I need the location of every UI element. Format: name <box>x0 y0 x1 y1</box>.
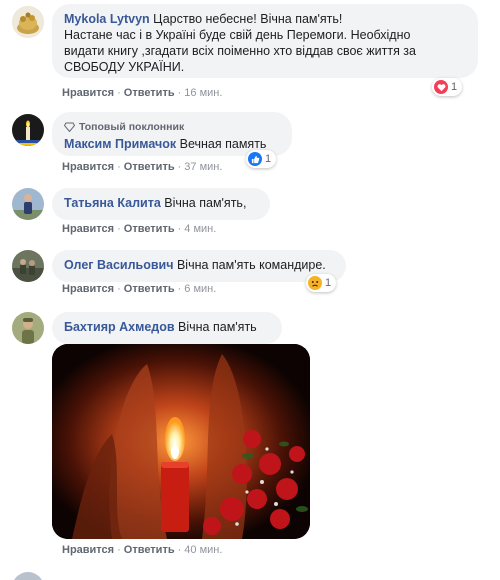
separator: · <box>117 87 121 99</box>
timestamp[interactable]: 37 мин. <box>184 161 222 173</box>
comment-author[interactable]: Максим Примачок <box>64 137 176 151</box>
comment-bubble: Олег Васильович Вічна пам'ять командире. <box>52 250 346 282</box>
separator: · <box>177 161 182 173</box>
comment-mykola-lytvyn: Mykola Lytvyn Царство небесне! Вічна пам… <box>12 4 500 104</box>
sad-face-icon <box>308 276 322 290</box>
avatar[interactable] <box>12 188 44 220</box>
comment-text: Вічна пам'ять, <box>164 196 247 210</box>
comment-tatyana-kalita: Татьяна Калита Вічна пам'ять, Нравится · О… <box>12 186 500 240</box>
separator: · <box>177 87 182 99</box>
reply-link[interactable]: Ответить <box>124 223 175 235</box>
reaction-count: 1 <box>451 81 458 93</box>
separator: · <box>177 283 182 295</box>
comment-actions: Нравится · Ответить · 6 мин. <box>62 283 216 295</box>
timestamp[interactable]: 4 мин. <box>184 223 216 235</box>
thumbs-up-icon <box>248 152 262 166</box>
timestamp[interactable]: 6 мин. <box>184 283 216 295</box>
reaction-summary[interactable]: 1 <box>432 78 463 96</box>
comment-text: Царство небесне! Вічна пам'ять! <box>153 12 343 26</box>
diamond-icon <box>64 122 75 132</box>
separator: · <box>117 161 121 173</box>
reaction-count: 1 <box>325 277 332 289</box>
comment-author[interactable]: Mykola Lytvyn <box>64 12 150 26</box>
comment-text-line: СВОБОДУ УКРАЇНИ. <box>64 60 185 74</box>
comment-actions: Нравится · Ответить · 16 мин. <box>62 87 222 99</box>
separator: · <box>117 283 121 295</box>
comment-text: Вічна пам'ять командире. <box>176 258 326 272</box>
comment-bubble: Татьяна Калита Вічна пам'ять, <box>52 188 270 220</box>
separator: · <box>177 223 182 235</box>
like-link[interactable]: Нравится <box>62 283 114 295</box>
separator: · <box>117 544 121 556</box>
comment-bubble: Бахтияр Ахмедов Вічна пам'ять <box>52 312 282 344</box>
timestamp[interactable]: 16 мин. <box>184 87 222 99</box>
badge-label: Топовый поклонник <box>79 121 185 133</box>
avatar[interactable] <box>12 312 44 344</box>
avatar[interactable] <box>12 250 44 282</box>
comment-text: Вечная память <box>179 137 267 151</box>
comment-actions: Нравится · Ответить · 4 мин. <box>62 223 216 235</box>
comment-author[interactable]: Олег Васильович <box>64 258 173 272</box>
avatar[interactable] <box>12 6 44 38</box>
comment-photo-candle[interactable] <box>52 344 310 539</box>
separator: · <box>117 223 121 235</box>
reply-link[interactable]: Ответить <box>124 283 175 295</box>
comment-author[interactable]: Татьяна Калита <box>64 196 161 210</box>
heart-icon <box>434 80 448 94</box>
like-link[interactable]: Нравится <box>62 223 114 235</box>
avatar[interactable] <box>12 114 44 146</box>
reaction-summary[interactable]: 1 <box>246 150 277 168</box>
comment-bubble: Mykola Lytvyn Царство небесне! Вічна пам… <box>52 4 478 78</box>
separator: · <box>177 544 182 556</box>
like-link[interactable]: Нравится <box>62 87 114 99</box>
timestamp[interactable]: 40 мин. <box>184 544 222 556</box>
comment-text-line: Настане час і в Україні буде свій день П… <box>64 28 411 42</box>
like-link[interactable]: Нравится <box>62 544 114 556</box>
comment-maksim-primachok: Топовый поклонник Максим Примачок Вечная… <box>12 110 500 180</box>
comment-bakhtiyar-akhmedov: Бахтияр Ахмедов Вічна пам'ять Нравится ·… <box>12 310 500 570</box>
comment-text: Вічна пам'ять <box>178 320 257 334</box>
top-fan-badge: Топовый поклонник <box>64 119 280 135</box>
comment-text-line: видати книгу ,згадати всіх поіменно хто … <box>64 44 416 58</box>
reply-link[interactable]: Ответить <box>124 87 175 99</box>
reply-link[interactable]: Ответить <box>124 544 175 556</box>
reply-link[interactable]: Ответить <box>124 161 175 173</box>
comment-actions: Нравится · Ответить · 40 мин. <box>62 544 222 556</box>
reaction-summary[interactable]: 1 <box>306 274 337 292</box>
comment-actions: Нравится · Ответить · 37 мин. <box>62 161 222 173</box>
comment-author[interactable]: Бахтияр Ахмедов <box>64 320 175 334</box>
reaction-count: 1 <box>265 153 272 165</box>
comment-oleg-vasilyovich: Олег Васильович Вічна пам'ять командире.… <box>12 248 500 302</box>
like-link[interactable]: Нравится <box>62 161 114 173</box>
avatar[interactable] <box>12 572 44 580</box>
